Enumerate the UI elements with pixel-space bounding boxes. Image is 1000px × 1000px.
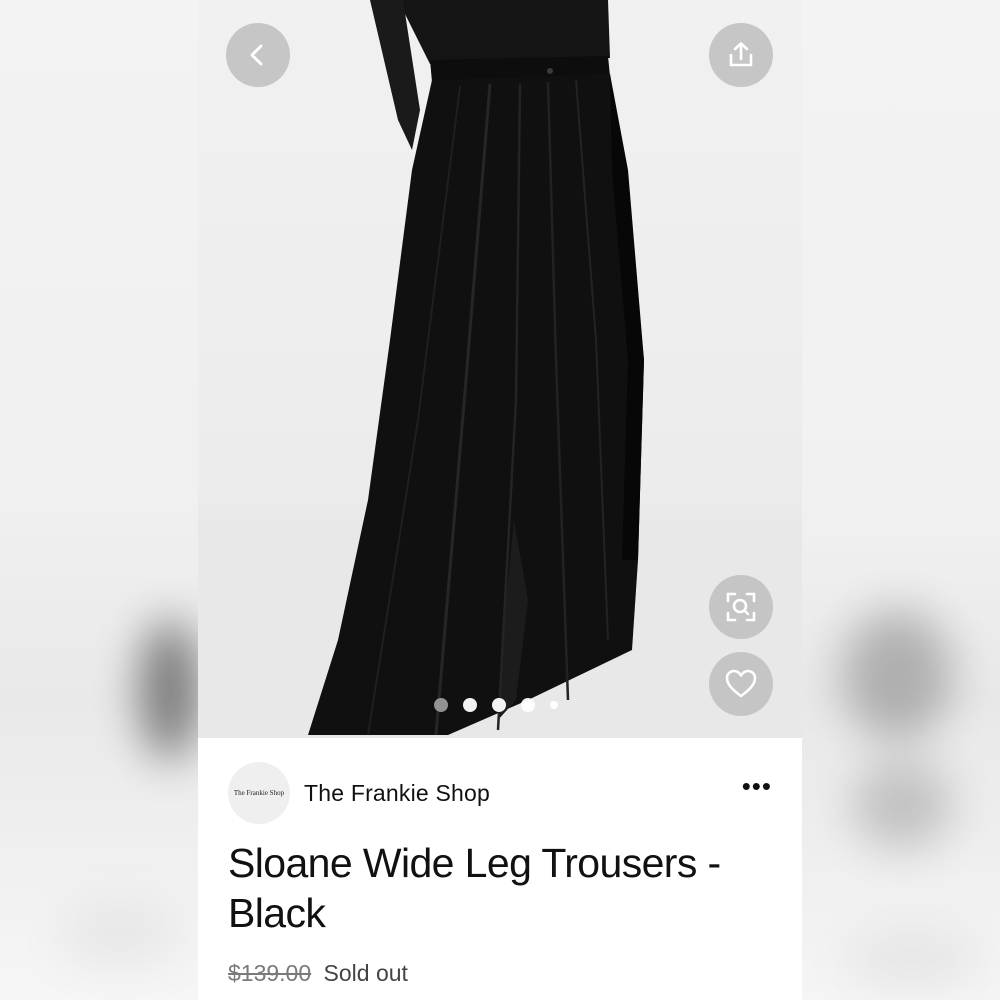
carousel-dot[interactable]: [550, 701, 558, 709]
more-dots-icon: •••: [741, 771, 772, 801]
visual-search-icon: [726, 592, 756, 622]
heart-icon: [725, 669, 757, 698]
blurred-backdrop-right: [802, 0, 1000, 1000]
back-button[interactable]: [226, 23, 290, 87]
share-icon: [729, 42, 753, 67]
app-screen: The Frankie Shop The Frankie Shop ••• Sl…: [0, 0, 1000, 1000]
product-photo: [198, 0, 802, 738]
carousel-dot[interactable]: [492, 698, 506, 712]
favorite-button[interactable]: [709, 652, 773, 716]
shop-row[interactable]: The Frankie Shop The Frankie Shop: [228, 762, 490, 824]
visual-search-button[interactable]: [709, 575, 773, 639]
carousel-dot[interactable]: [521, 698, 535, 712]
product-info-panel: The Frankie Shop The Frankie Shop ••• Sl…: [198, 738, 802, 1000]
carousel-dot[interactable]: [434, 698, 448, 712]
carousel-indicator[interactable]: [434, 698, 558, 712]
blurred-backdrop-left: [0, 0, 198, 1000]
carousel-dot[interactable]: [463, 698, 477, 712]
original-price: $139.00: [228, 960, 312, 986]
shop-logo-text: The Frankie Shop: [233, 789, 285, 797]
share-button[interactable]: [709, 23, 773, 87]
product-title: Sloane Wide Leg Trousers - Black: [228, 840, 721, 936]
chevron-left-icon: [250, 44, 263, 66]
availability-status: Sold out: [323, 960, 408, 986]
more-options-button[interactable]: •••: [742, 773, 772, 799]
shop-logo[interactable]: The Frankie Shop: [228, 762, 290, 824]
product-screen: The Frankie Shop The Frankie Shop ••• Sl…: [198, 0, 802, 1000]
shop-name[interactable]: The Frankie Shop: [304, 780, 490, 807]
price-row: $139.00 Sold out: [228, 960, 408, 987]
product-image-gallery[interactable]: [198, 0, 802, 738]
